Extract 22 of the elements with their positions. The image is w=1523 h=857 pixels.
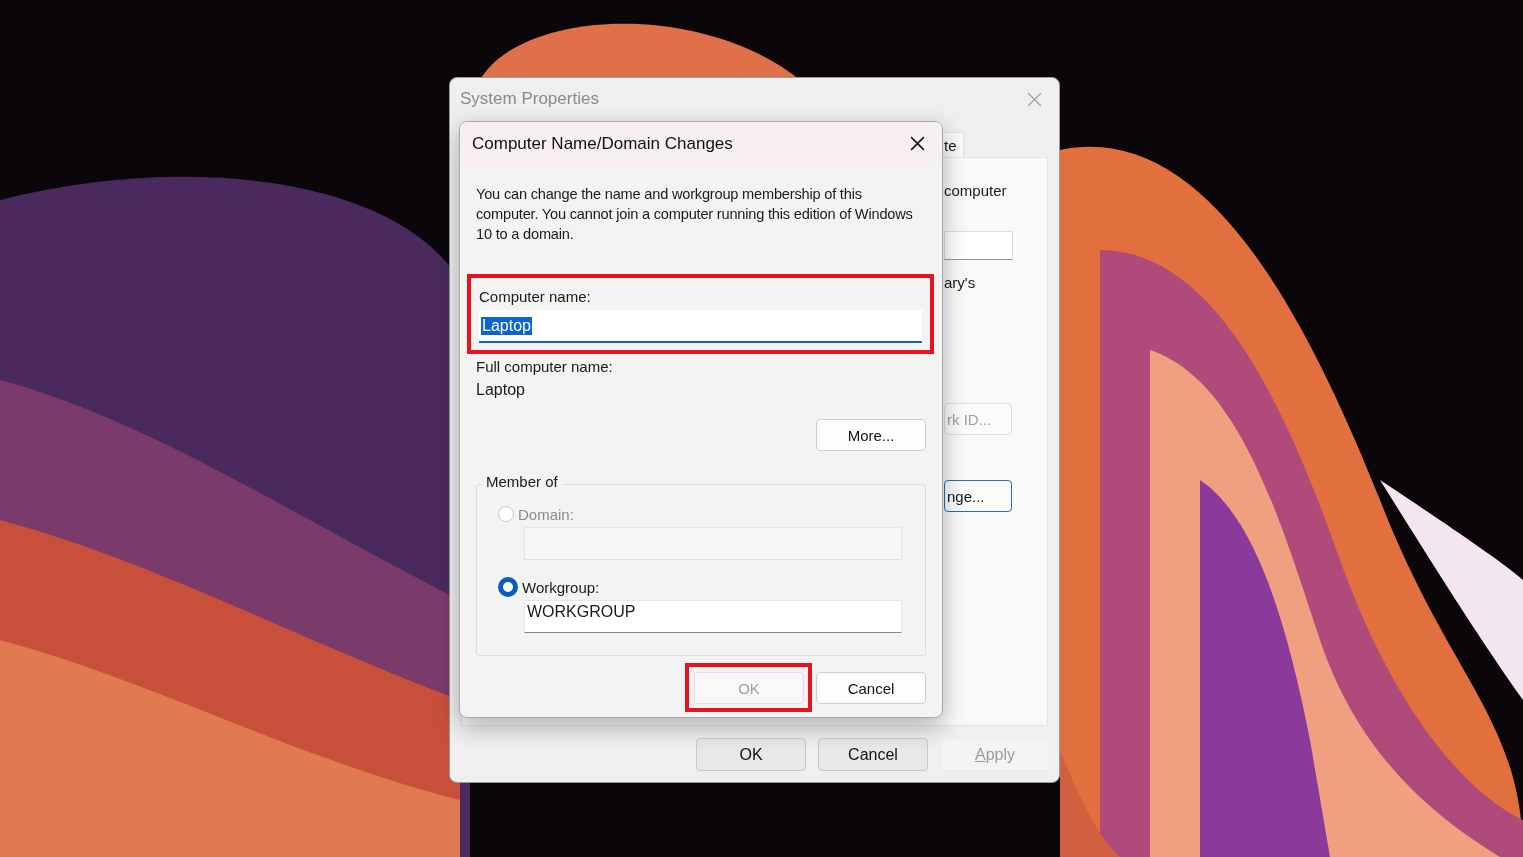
dialog-button[interactable]: nge... bbox=[944, 480, 1012, 512]
more-button[interactable]: More... bbox=[816, 419, 926, 451]
dialog-button[interactable]: Cancel bbox=[818, 738, 928, 771]
computer-name-field[interactable]: Laptop bbox=[479, 310, 922, 343]
radio-label: Workgroup: bbox=[522, 578, 600, 596]
dialog-title: Computer Name/Domain Changes bbox=[472, 133, 733, 154]
close-icon[interactable] bbox=[909, 135, 926, 152]
text-field[interactable] bbox=[944, 231, 1013, 260]
field-label: Computer name: bbox=[479, 288, 592, 305]
field-label: Full computer name: bbox=[476, 358, 614, 375]
dialog-button[interactable]: Cancel bbox=[816, 672, 926, 704]
radio-button[interactable] bbox=[498, 577, 518, 597]
group-legend: Member of bbox=[482, 473, 562, 490]
radio-label: Domain: bbox=[518, 505, 574, 523]
selected-text: Laptop bbox=[481, 316, 532, 335]
full-computer-name: Laptop bbox=[476, 381, 526, 399]
dialog-button[interactable]: OK bbox=[696, 738, 806, 771]
text-field[interactable]: WORKGROUP bbox=[524, 600, 902, 633]
description-text: You can change the name and workgroup membership of this computer. You cannot join a computer running this edition of Windows 10 to a domain. bbox=[476, 185, 914, 244]
description-text: ary's bbox=[944, 274, 976, 291]
description-text: computer bbox=[944, 182, 1007, 199]
window-title: System Properties bbox=[460, 89, 599, 109]
